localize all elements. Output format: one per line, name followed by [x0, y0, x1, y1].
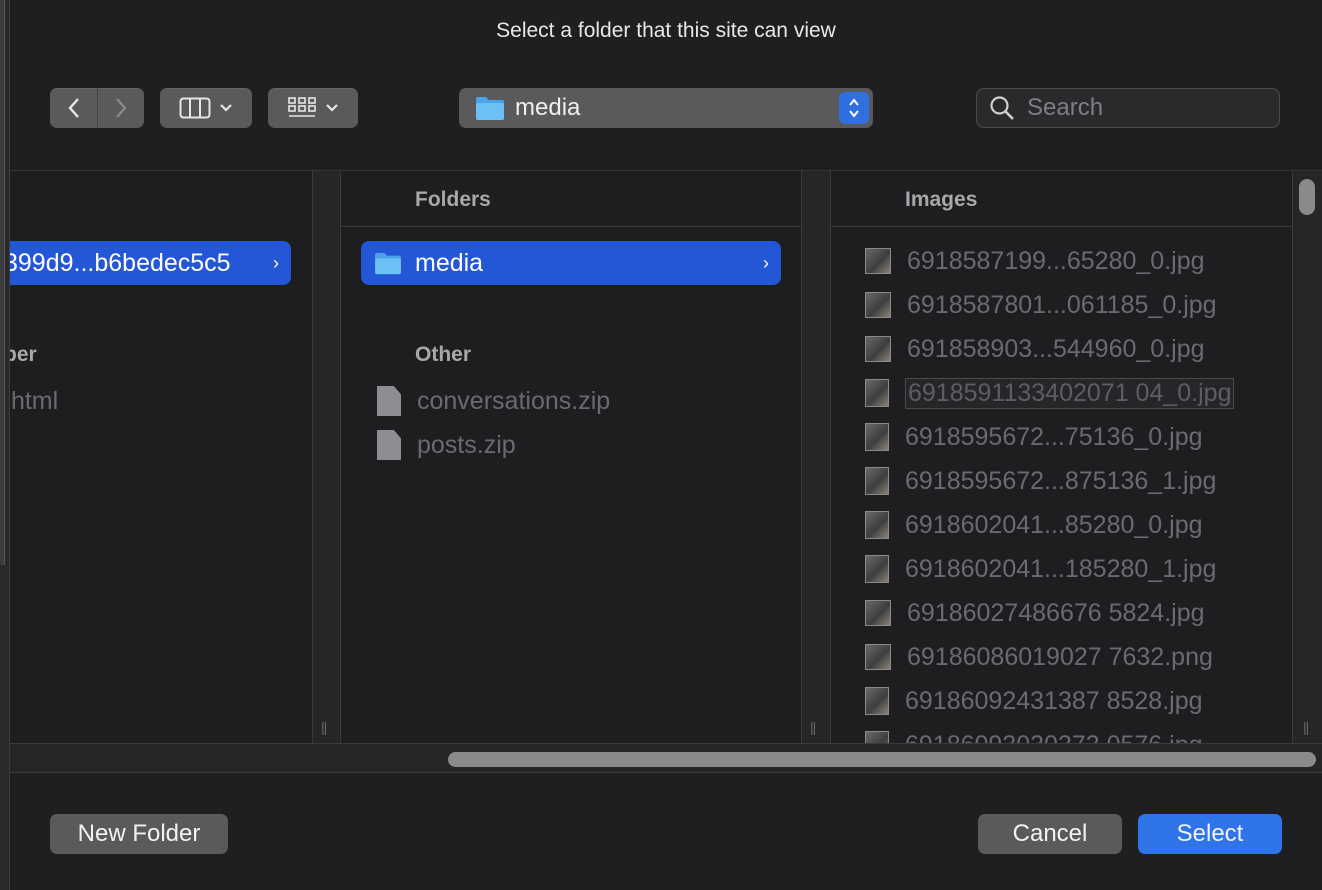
image-thumbnail-icon [865, 292, 891, 318]
background-window-scrollbar [0, 0, 5, 565]
image-thumbnail-icon [865, 511, 889, 539]
list-item-file[interactable]: posts.zip [377, 423, 516, 467]
list-item-image[interactable]: 69186092431387 8528.jpg [865, 679, 1203, 723]
horizontal-scrollbar-thumb[interactable] [448, 752, 1316, 767]
location-popup[interactable]: media [459, 88, 873, 128]
list-item-image[interactable]: 69186086019027 7632.png [865, 635, 1213, 679]
image-thumbnail-icon [865, 248, 891, 274]
location-name: media [515, 94, 581, 121]
image-thumbnail-icon [865, 600, 891, 626]
list-item-image[interactable]: 6918602041...185280_1.jpg [865, 547, 1216, 591]
columns-view-icon [179, 97, 211, 119]
location-stepper[interactable] [839, 92, 869, 124]
list-item-image[interactable]: 691858903...544960_0.jpg [865, 327, 1205, 371]
dialog-title: Select a folder that this site can view [496, 19, 836, 42]
back-button[interactable] [50, 88, 97, 128]
cancel-button[interactable]: Cancel [978, 814, 1122, 854]
images-header: Images [905, 188, 978, 211]
file-name: 6918587801...061185_0.jpg [907, 290, 1217, 319]
resize-grip-icon[interactable]: || [810, 719, 816, 735]
column-resize-gap[interactable]: || [313, 171, 341, 743]
image-thumbnail-icon [865, 731, 889, 743]
column-resize-gap[interactable]: || [802, 171, 831, 743]
new-folder-button[interactable]: New Folder [50, 814, 228, 854]
file-name: conversations.zip [417, 386, 611, 415]
chevron-right-icon: › [273, 252, 279, 273]
folder-name: media [415, 248, 484, 277]
zip-file-icon [377, 430, 401, 460]
list-item-media-folder[interactable]: media › [361, 241, 781, 285]
file-name: 6918595672...75136_0.jpg [905, 422, 1203, 451]
horizontal-scrollbar[interactable] [10, 743, 1322, 773]
file-name: 6918595672...875136_1.jpg [905, 466, 1217, 495]
file-name: 69186093030373 0576.jpg [905, 731, 1203, 744]
image-thumbnail-icon [865, 379, 889, 407]
folders-header: Folders [415, 188, 491, 211]
up-down-chevron-icon [849, 98, 859, 118]
file-name-edit-field[interactable]: 6918591133402071 04_0.jpg [905, 377, 1235, 409]
chevron-left-icon [67, 98, 79, 118]
search-input[interactable] [1027, 94, 1257, 122]
view-mode-button[interactable] [160, 88, 252, 128]
column-folders: Folders media › Other conversations.zip … [341, 171, 802, 743]
list-item-image[interactable]: 6918587801...061185_0.jpg [865, 283, 1217, 327]
list-item-image[interactable]: 6918595672...875136_1.jpg [865, 459, 1216, 503]
group-grid-icon [288, 97, 316, 117]
file-name: 69186092431387 8528.jpg [905, 686, 1203, 715]
list-item-image[interactable]: 69186093030373 0576.jpg [865, 723, 1203, 743]
file-name: 69186027486676 5824.jpg [907, 598, 1205, 627]
chevron-down-icon [326, 104, 338, 112]
resize-grip-icon[interactable]: || [1303, 719, 1309, 735]
column-header: Images [831, 171, 1292, 227]
background-window-edge [0, 0, 10, 890]
file-name: 6918602041...185280_1.jpg [905, 554, 1217, 583]
column-header: Folders [341, 171, 801, 227]
resize-grip-icon[interactable]: || [321, 719, 327, 735]
folder-name: 399d9...b6bedec5c5 [10, 248, 231, 277]
list-item-image[interactable]: 6918602041...85280_0.jpg [865, 503, 1203, 547]
search-field[interactable] [976, 88, 1280, 128]
other-header: Other [415, 343, 472, 366]
image-thumbnail-icon [865, 467, 889, 495]
chevron-down-icon [220, 104, 232, 112]
section-header-partial: ber [10, 343, 37, 366]
vertical-scrollbar-thumb[interactable] [1299, 179, 1315, 215]
file-name: posts.zip [417, 430, 516, 459]
image-thumbnail-icon [865, 644, 891, 670]
back-forward-group [50, 88, 144, 128]
list-item-file[interactable]: conversations.zip [377, 379, 610, 423]
column-resize-gap[interactable]: || [1293, 171, 1322, 743]
zip-file-icon [377, 386, 401, 416]
folder-icon [375, 252, 401, 275]
select-button[interactable]: Select [1138, 814, 1282, 854]
forward-button[interactable] [97, 88, 144, 128]
list-item-file[interactable]: .html [10, 379, 58, 423]
column-browser: 399d9...b6bedec5c5 › ber .html || Folder… [10, 170, 1322, 773]
file-name: 69186086019027 7632.png [907, 642, 1213, 671]
column-parent: 399d9...b6bedec5c5 › ber .html [10, 171, 313, 743]
file-name: 6918602041...85280_0.jpg [905, 510, 1203, 539]
list-item-image[interactable]: 69186027486676 5824.jpg [865, 591, 1205, 635]
list-item-image-renaming[interactable]: 6918591133402071 04_0.jpg [865, 371, 1235, 415]
list-item-selected-folder[interactable]: 399d9...b6bedec5c5 › [10, 241, 291, 285]
file-name: 6918587199...65280_0.jpg [907, 246, 1205, 275]
chevron-right-icon: › [763, 252, 769, 273]
chevron-right-icon [116, 98, 127, 118]
open-panel-dialog: Select a folder that this site can view … [10, 0, 1322, 890]
image-thumbnail-icon [865, 423, 889, 451]
image-thumbnail-icon [865, 687, 889, 715]
image-thumbnail-icon [865, 555, 889, 583]
search-icon [990, 96, 1014, 120]
list-item-image[interactable]: 6918587199...65280_0.jpg [865, 239, 1205, 283]
column-images: Images 6918587199...65280_0.jpg 69185878… [831, 171, 1293, 743]
folder-icon [476, 97, 504, 120]
group-by-button[interactable] [268, 88, 358, 128]
list-item-image[interactable]: 6918595672...75136_0.jpg [865, 415, 1203, 459]
image-thumbnail-icon [865, 336, 891, 362]
file-name: 691858903...544960_0.jpg [907, 334, 1205, 363]
